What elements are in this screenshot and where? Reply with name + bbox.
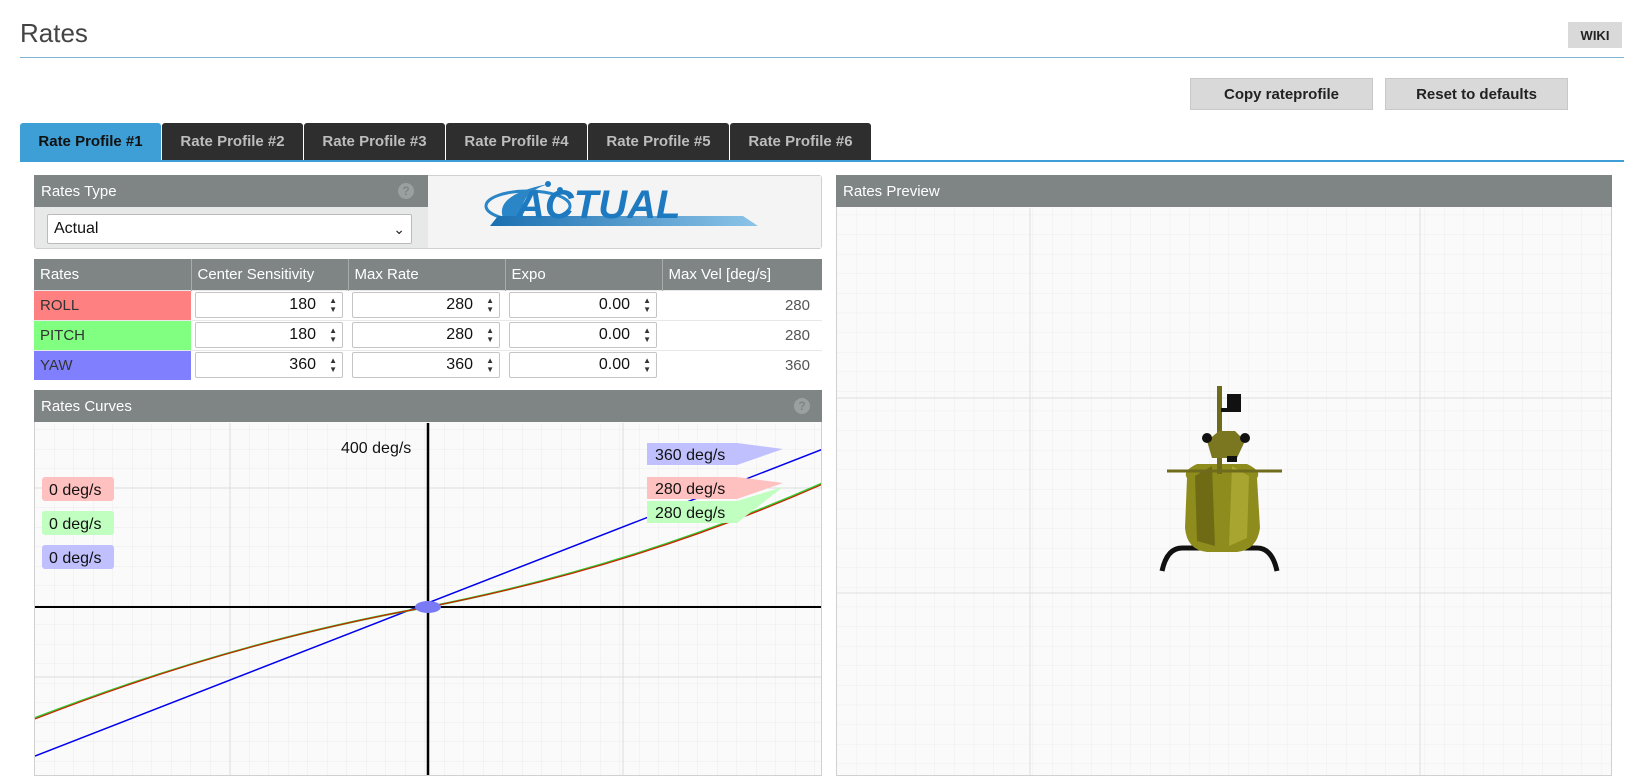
rates-type-select[interactable]: Actual ⌄ <box>47 214 412 244</box>
spinner-arrows-icon[interactable]: ▲ ▼ <box>329 296 337 314</box>
title-divider <box>20 57 1624 58</box>
yaw-max-rate-input[interactable]: 360 ▲ ▼ <box>352 352 500 379</box>
rates-type-header: Rates Type <box>34 175 428 207</box>
rates-preview-canvas <box>837 208 1611 775</box>
spinner-arrows-icon[interactable]: ▲ ▼ <box>486 356 494 374</box>
curve-top-label: 400 deg/s <box>341 440 411 457</box>
table-row: PITCH 180 ▲ ▼ 280 ▲ ▼ 0.00 ▲ ▼ 280 <box>34 319 822 350</box>
tab-rate-profile-5[interactable]: Rate Profile #5 <box>588 123 729 160</box>
rates-type-selected: Actual <box>54 220 99 237</box>
rate-profile-tabs: Rate Profile #1 Rate Profile #2 Rate Pro… <box>20 123 872 160</box>
yaw-expo-value: 0.00 <box>598 356 630 374</box>
tab-rate-profile-2[interactable]: Rate Profile #2 <box>162 123 303 160</box>
axis-label-yaw: YAW <box>34 349 191 380</box>
wiki-button[interactable]: WIKI <box>1568 22 1622 48</box>
header-rates: Rates <box>34 259 192 290</box>
pitch-expo-value: 0.00 <box>598 326 630 343</box>
pitch-current-label: 0 deg/s <box>49 516 101 533</box>
rates-curves-panel: 400 deg/s 0 deg/s 0 deg/s 0 deg/s 360 de… <box>34 390 822 776</box>
spinner-arrows-icon[interactable]: ▲ ▼ <box>643 356 651 374</box>
spinner-arrows-icon[interactable]: ▲ ▼ <box>486 326 494 344</box>
roll-center-value: 180 <box>289 296 316 313</box>
rates-preview-header: Rates Preview <box>836 175 1612 207</box>
yaw-current-label: 0 deg/s <box>49 550 101 567</box>
tab-rate-profile-6[interactable]: Rate Profile #6 <box>730 123 871 160</box>
rates-table: Rates Center Sensitivity Max Rate Expo M… <box>34 259 822 380</box>
table-row: YAW 360 ▲ ▼ 360 ▲ ▼ 0.00 ▲ ▼ 360 <box>34 349 822 380</box>
rates-curves-graph: 400 deg/s 0 deg/s 0 deg/s 0 deg/s 360 de… <box>35 423 821 775</box>
roll-center-input[interactable]: 180 ▲ ▼ <box>195 292 343 318</box>
tab-rate-profile-1[interactable]: Rate Profile #1 <box>20 123 161 160</box>
logo-text: ACTUAL <box>515 183 680 227</box>
header-max-rate: Max Rate <box>348 259 506 290</box>
spinner-arrows-icon[interactable]: ▲ ▼ <box>643 326 651 344</box>
rates-type-help-icon[interactable]: ? <box>398 183 414 199</box>
axis-label-pitch: PITCH <box>34 319 191 350</box>
roll-max-label: 280 deg/s <box>655 481 725 498</box>
spinner-arrows-icon[interactable]: ▲ ▼ <box>329 356 337 374</box>
header-center-sensitivity: Center Sensitivity <box>191 259 349 290</box>
pitch-max-rate-input[interactable]: 280 ▲ ▼ <box>352 322 500 348</box>
pitch-expo-input[interactable]: 0.00 ▲ ▼ <box>509 322 657 348</box>
pitch-max-label: 280 deg/s <box>655 505 725 522</box>
rates-type-title: Rates Type <box>41 182 117 200</box>
rates-preview-title: Rates Preview <box>843 182 940 200</box>
rates-curves-title: Rates Curves <box>41 397 132 415</box>
spinner-arrows-icon[interactable]: ▲ ▼ <box>329 326 337 344</box>
pitch-center-input[interactable]: 180 ▲ ▼ <box>195 322 343 348</box>
rates-curves-help-icon[interactable]: ? <box>794 398 810 414</box>
yaw-max-vel: 360 <box>662 349 822 380</box>
yaw-max-label: 360 deg/s <box>655 447 725 464</box>
tab-rate-profile-4[interactable]: Rate Profile #4 <box>446 123 587 160</box>
chevron-down-icon: ⌄ <box>393 221 405 237</box>
yaw-center-value: 360 <box>289 356 316 374</box>
roll-max-rate-input[interactable]: 280 ▲ ▼ <box>352 292 500 318</box>
roll-max-rate-value: 280 <box>446 296 473 313</box>
stick-position-dot <box>415 601 441 613</box>
reset-defaults-button[interactable]: Reset to defaults <box>1385 78 1568 110</box>
rates-curves-header: Rates Curves <box>34 390 822 422</box>
roll-max-vel: 280 <box>662 289 822 320</box>
pitch-center-value: 180 <box>289 326 316 343</box>
table-row: ROLL 180 ▲ ▼ 280 ▲ ▼ 0.00 ▲ ▼ 280 <box>34 289 822 320</box>
spinner-arrows-icon[interactable]: ▲ ▼ <box>643 296 651 314</box>
copy-rateprofile-button[interactable]: Copy rateprofile <box>1190 78 1373 110</box>
roll-expo-value: 0.00 <box>598 296 630 313</box>
roll-expo-input[interactable]: 0.00 ▲ ▼ <box>509 292 657 318</box>
rates-preview-panel <box>836 175 1612 776</box>
pitch-max-vel: 280 <box>662 319 822 350</box>
actual-logo: ACTUAL <box>428 176 821 248</box>
roll-current-label: 0 deg/s <box>49 482 101 499</box>
header-expo: Expo <box>505 259 663 290</box>
page-title: Rates <box>20 18 88 48</box>
pitch-max-rate-value: 280 <box>446 326 473 343</box>
yaw-center-input[interactable]: 360 ▲ ▼ <box>195 352 343 379</box>
spinner-arrows-icon[interactable]: ▲ ▼ <box>486 296 494 314</box>
header-max-vel: Max Vel [deg/s] <box>662 259 822 290</box>
axis-label-roll: ROLL <box>34 289 191 320</box>
tab-rate-profile-3[interactable]: Rate Profile #3 <box>304 123 445 160</box>
yaw-expo-input[interactable]: 0.00 ▲ ▼ <box>509 352 657 379</box>
tab-divider <box>20 160 1624 162</box>
yaw-max-rate-value: 360 <box>446 356 473 374</box>
